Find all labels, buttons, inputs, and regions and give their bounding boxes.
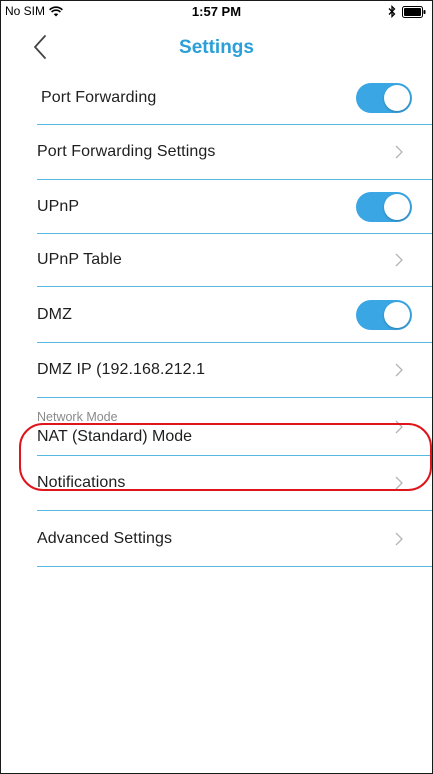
- chevron-right-icon: [395, 476, 403, 490]
- row-dmz: DMZ: [37, 287, 432, 343]
- row-upnp: UPnP: [37, 180, 432, 234]
- row-port-forwarding: Port Forwarding: [37, 71, 432, 125]
- advanced-settings-label: Advanced Settings: [37, 529, 173, 547]
- row-network-mode[interactable]: Network Mode NAT (Standard) Mode: [37, 398, 432, 456]
- row-notifications[interactable]: Notifications: [37, 456, 432, 511]
- status-right: [388, 5, 426, 18]
- phone-screen: No SIM 1:57 PM Settings Port Forwarding …: [0, 0, 433, 774]
- notifications-label: Notifications: [37, 474, 126, 491]
- chevron-right-icon: [395, 532, 403, 545]
- network-mode-value: NAT (Standard) Mode: [37, 428, 193, 445]
- bluetooth-icon: [388, 5, 396, 18]
- row-upnp-table[interactable]: UPnP Table: [37, 234, 432, 287]
- toggle-knob: [384, 193, 410, 220]
- row-advanced-settings[interactable]: Advanced Settings: [37, 511, 432, 567]
- battery-icon: [402, 5, 426, 18]
- settings-list: Port Forwarding Port Forwarding Settings…: [37, 71, 432, 567]
- chevron-right-icon: [395, 420, 403, 433]
- dmz-ip-label: DMZ IP (192.168.212.1: [37, 361, 206, 378]
- toggle-knob: [384, 84, 410, 111]
- page-title: Settings: [179, 37, 254, 58]
- chevron-right-icon: [395, 363, 403, 377]
- dmz-toggle[interactable]: [356, 299, 412, 330]
- chevron-right-icon: [395, 145, 403, 159]
- status-time: 1:57 PM: [191, 4, 242, 19]
- row-dmz-ip[interactable]: DMZ IP (192.168.212.1: [37, 343, 432, 398]
- port-forwarding-settings-label: Port Forwarding Settings: [37, 143, 216, 160]
- port-forwarding-label: Port Forwarding: [41, 88, 157, 106]
- dmz-label: DMZ: [37, 305, 72, 323]
- network-mode-label: Network Mode: [37, 410, 118, 424]
- port-forwarding-toggle[interactable]: [356, 82, 412, 113]
- upnp-toggle[interactable]: [356, 191, 412, 222]
- toggle-knob: [384, 301, 410, 328]
- chevron-right-icon: [395, 253, 403, 267]
- upnp-table-label: UPnP Table: [37, 251, 122, 268]
- nav-bar: Settings: [1, 23, 432, 71]
- status-bar: No SIM 1:57 PM: [1, 1, 432, 23]
- upnp-label: UPnP: [37, 197, 80, 215]
- row-port-forwarding-settings[interactable]: Port Forwarding Settings: [37, 125, 432, 180]
